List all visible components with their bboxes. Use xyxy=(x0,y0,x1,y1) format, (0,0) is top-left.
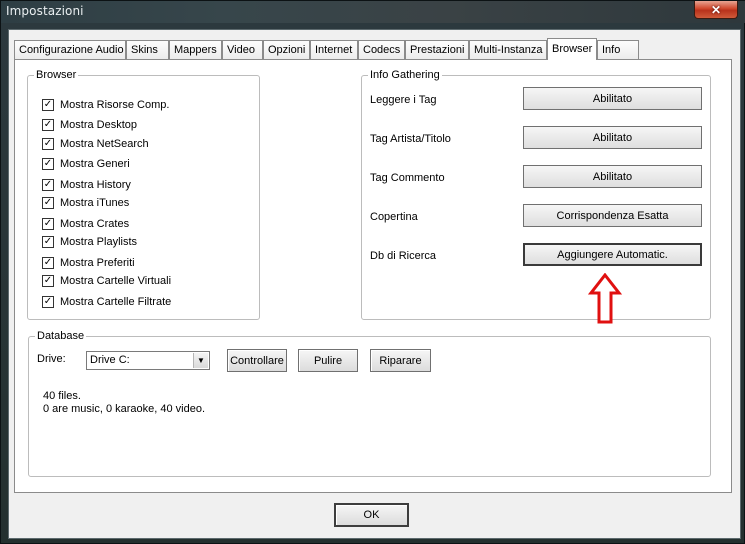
ok-button[interactable]: OK xyxy=(334,503,409,527)
copertina-label: Copertina xyxy=(370,211,418,223)
checkbox-checked-icon[interactable]: ✓ xyxy=(42,257,54,269)
checkbox-mostra-desktop[interactable]: ✓ Mostra Desktop xyxy=(42,118,137,132)
button-label: Pulire xyxy=(313,354,343,367)
checkbox-checked-icon[interactable]: ✓ xyxy=(42,218,54,230)
checkbox-label: Mostra Cartelle Filtrate xyxy=(60,296,172,308)
tag-commento-button[interactable]: Abilitato xyxy=(523,165,702,188)
checkbox-mostra-preferiti[interactable]: ✓ Mostra Preferiti xyxy=(42,256,135,270)
drive-select-value: Drive C: xyxy=(90,354,130,366)
checkbox-label: Mostra Playlists xyxy=(60,236,138,248)
tab-label: Browser xyxy=(552,43,593,55)
tab-info[interactable]: Info xyxy=(597,40,639,59)
db-ricerca-button[interactable]: Aggiungere Automatic. xyxy=(523,243,702,266)
tab-prestazioni[interactable]: Prestazioni xyxy=(405,40,469,59)
tab-skins[interactable]: Skins xyxy=(126,40,169,59)
checkbox-label: Mostra iTunes xyxy=(60,197,130,209)
checkbox-checked-icon[interactable]: ✓ xyxy=(42,296,54,308)
checkbox-label: Mostra History xyxy=(60,179,131,191)
dialog-client: Configurazione Audio Skins Mappers Video… xyxy=(8,29,741,539)
button-label: Aggiungere Automatic. xyxy=(557,248,668,261)
tab-multi-instanza[interactable]: Multi-Instanza xyxy=(469,40,547,59)
checkbox-mostra-playlists[interactable]: ✓ Mostra Playlists xyxy=(42,235,137,249)
tab-label: Opzioni xyxy=(268,44,306,56)
checkbox-mostra-netsearch[interactable]: ✓ Mostra NetSearch xyxy=(42,137,149,151)
close-icon: ✕ xyxy=(710,2,722,17)
tag-artista-titolo-label: Tag Artista/Titolo xyxy=(370,133,451,145)
title-bar[interactable]: Impostazioni ✕ xyxy=(1,1,745,23)
button-label: Corrispondenza Esatta xyxy=(556,209,669,222)
button-label: Abilitato xyxy=(592,131,633,144)
checkbox-label: Mostra Generi xyxy=(60,158,130,170)
checkbox-mostra-cartelle-filtrate[interactable]: ✓ Mostra Cartelle Filtrate xyxy=(42,295,171,309)
tab-video[interactable]: Video xyxy=(222,40,263,59)
tab-label: Skins xyxy=(131,44,158,56)
close-button[interactable]: ✕ xyxy=(694,1,738,19)
pulire-button[interactable]: Pulire xyxy=(298,349,358,372)
checkbox-mostra-risorse-comp[interactable]: ✓ Mostra Risorse Comp. xyxy=(42,98,169,112)
checkbox-checked-icon[interactable]: ✓ xyxy=(42,236,54,248)
browser-tab-panel: Browser ✓ Mostra Risorse Comp. ✓ Mostra De… xyxy=(14,59,732,493)
settings-window: Impostazioni ✕ Configurazione Audio Skin… xyxy=(0,0,745,544)
checkbox-mostra-crates[interactable]: ✓ Mostra Crates xyxy=(42,217,129,231)
db-status-files: 40 files. xyxy=(43,390,81,402)
db-status-breakdown: 0 are music, 0 karaoke, 40 video. xyxy=(43,403,206,415)
leggere-tag-button[interactable]: Abilitato xyxy=(523,87,702,110)
button-label: OK xyxy=(363,509,380,521)
tag-artista-titolo-button[interactable]: Abilitato xyxy=(523,126,702,149)
tab-browser[interactable]: Browser xyxy=(547,38,597,60)
drive-label: Drive: xyxy=(37,353,66,365)
database-group-title: Database xyxy=(35,330,87,342)
tab-label: Codecs xyxy=(363,44,401,56)
info-gathering-group: Info Gathering Leggere i Tag Abilitato T… xyxy=(361,69,711,324)
checkbox-label: Mostra Cartelle Virtuali xyxy=(60,275,172,287)
copertina-button[interactable]: Corrispondenza Esatta xyxy=(523,204,702,227)
tab-label: Prestazioni xyxy=(410,44,465,56)
checkbox-checked-icon[interactable]: ✓ xyxy=(42,275,54,287)
checkbox-checked-icon[interactable]: ✓ xyxy=(42,99,54,111)
tab-mappers[interactable]: Mappers xyxy=(169,40,222,59)
controllare-button[interactable]: Controllare xyxy=(227,349,287,372)
database-group: Database Drive: Drive C: ▼ Controllare P… xyxy=(28,330,711,477)
tab-opzioni[interactable]: Opzioni xyxy=(263,40,310,59)
checkbox-checked-icon[interactable]: ✓ xyxy=(42,158,54,170)
drive-select[interactable]: Drive C: ▼ xyxy=(86,351,210,370)
db-ricerca-label: Db di Ricerca xyxy=(370,250,437,262)
button-label: Abilitato xyxy=(592,170,633,183)
leggere-tag-label: Leggere i Tag xyxy=(370,94,437,106)
checkbox-mostra-history[interactable]: ✓ Mostra History xyxy=(42,178,131,192)
window-title: Impostazioni xyxy=(6,4,84,18)
tab-label: Internet xyxy=(315,44,353,56)
checkbox-checked-icon[interactable]: ✓ xyxy=(42,179,54,191)
checkbox-mostra-itunes[interactable]: ✓ Mostra iTunes xyxy=(42,196,129,210)
button-label: Controllare xyxy=(230,354,284,367)
button-label: Riparare xyxy=(379,354,422,367)
button-label: Abilitato xyxy=(592,92,633,105)
browser-group: Browser ✓ Mostra Risorse Comp. ✓ Mostra De… xyxy=(27,69,260,320)
checkbox-label: Mostra Crates xyxy=(60,218,130,230)
riparare-button[interactable]: Riparare xyxy=(370,349,431,372)
annotation-arrow-icon xyxy=(588,273,622,324)
tab-configurazione-audio[interactable]: Configurazione Audio xyxy=(14,40,126,59)
checkbox-label: Mostra NetSearch xyxy=(60,138,149,150)
info-gathering-title: Info Gathering xyxy=(368,69,442,81)
checkbox-checked-icon[interactable]: ✓ xyxy=(42,119,54,131)
checkbox-label: Mostra Desktop xyxy=(60,119,138,131)
checkbox-mostra-generi[interactable]: ✓ Mostra Generi xyxy=(42,157,130,171)
checkbox-label: Mostra Risorse Comp. xyxy=(60,99,170,111)
tab-label: Info xyxy=(602,44,621,56)
tab-label: Mappers xyxy=(174,44,217,56)
checkbox-checked-icon[interactable]: ✓ xyxy=(42,138,54,150)
tab-label: Multi-Instanza xyxy=(474,44,543,56)
browser-group-title: Browser xyxy=(34,69,79,81)
checkbox-label: Mostra Preferiti xyxy=(60,257,135,269)
tab-internet[interactable]: Internet xyxy=(310,40,358,59)
checkbox-checked-icon[interactable]: ✓ xyxy=(42,197,54,209)
tab-label: Video xyxy=(227,44,255,56)
chevron-down-icon[interactable]: ▼ xyxy=(193,353,208,368)
tab-label: Configurazione Audio xyxy=(19,44,124,56)
tab-codecs[interactable]: Codecs xyxy=(358,40,405,59)
checkbox-mostra-cartelle-virtuali[interactable]: ✓ Mostra Cartelle Virtuali xyxy=(42,274,171,288)
tag-commento-label: Tag Commento xyxy=(370,172,445,184)
